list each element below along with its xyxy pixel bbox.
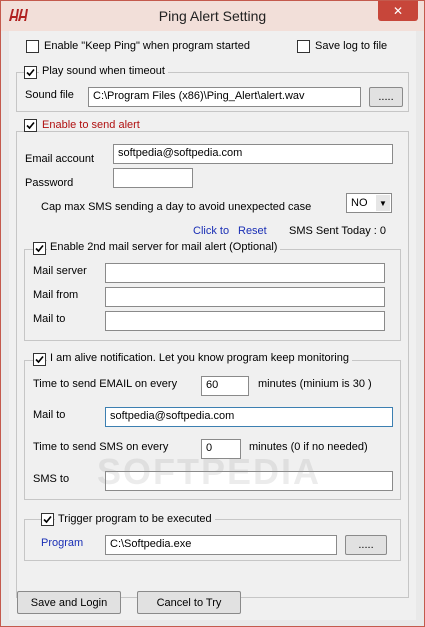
trigger-checkbox[interactable] [41,513,54,526]
title-bar[interactable]: Ping Alert Setting ✕ [1,1,424,31]
email-every-input[interactable]: 60 [201,376,249,396]
password-input[interactable] [113,168,193,188]
softpedia-watermark: SOFTPEDIA [97,451,322,492]
alive-checkbox[interactable] [33,353,46,366]
ping-alert-window: Ping Alert Setting ✕ Enable "Keep Ping" … [0,0,425,627]
email-account-label: Email account [25,153,95,165]
mail-from-input[interactable] [105,287,385,307]
mail2-to-label: Mail to [33,313,66,325]
chevron-down-icon[interactable]: ▼ [376,195,390,211]
save-login-button[interactable]: Save and Login [17,591,121,614]
enable-alert-checkbox[interactable] [24,119,37,132]
enable-alert-label: Enable to send alert [39,119,143,131]
sms-sent-today: SMS Sent Today : 0 [289,225,387,237]
keep-ping-label: Enable "Keep Ping" when program started [44,40,250,52]
cap-sms-label: Cap max SMS sending a day to avoid unexp… [41,201,312,213]
cancel-button[interactable]: Cancel to Try [137,591,241,614]
click-to-label: Click to [193,225,230,237]
keep-ping-checkbox[interactable] [26,40,39,53]
email-unit-label: minutes (minium is 30 ) [258,378,372,390]
settings-panel: Enable "Keep Ping" when program started … [9,31,416,620]
sound-browse-button[interactable]: ..... [369,87,403,107]
alive-mail-to-input[interactable]: softpedia@softpedia.com [105,407,393,427]
trigger-label: Trigger program to be executed [55,513,215,525]
program-input[interactable]: C:\Softpedia.exe [105,535,337,555]
email-account-input[interactable]: softpedia@softpedia.com [113,144,393,164]
sms-to-label: SMS to [33,473,70,485]
check-icon [26,121,35,130]
check-icon [35,355,44,364]
password-label: Password [25,177,74,189]
email-every-label: Time to send EMAIL on every [33,378,178,390]
play-sound-checkbox[interactable] [24,66,37,79]
mail2-checkbox[interactable] [33,242,46,255]
check-icon [35,244,44,253]
save-log-checkbox[interactable] [297,40,310,53]
close-button[interactable]: ✕ [378,1,418,21]
alive-mail-to-label: Mail to [33,409,66,421]
mail2-to-input[interactable] [105,311,385,331]
play-sound-label: Play sound when timeout [39,65,168,77]
program-label: Program [41,537,84,549]
mail-from-label: Mail from [33,289,79,301]
save-log-label: Save log to file [315,40,388,52]
alive-label: I am alive notification. Let you know pr… [47,352,352,364]
mail2-label: Enable 2nd mail server for mail alert (O… [47,241,281,253]
check-icon [43,515,52,524]
mail-server-input[interactable] [105,263,385,283]
reset-link[interactable]: Reset [238,225,267,237]
window-title: Ping Alert Setting [158,8,267,24]
mail-server-label: Mail server [33,265,87,277]
cap-sms-select[interactable]: NO ▼ [346,193,392,213]
check-icon [26,68,35,77]
cap-sms-value: NO [351,197,368,209]
program-browse-button[interactable]: ..... [345,535,387,555]
sound-file-input[interactable]: C:\Program Files (x86)\Ping_Alert\alert.… [88,87,361,107]
sound-file-label: Sound file [25,89,74,101]
